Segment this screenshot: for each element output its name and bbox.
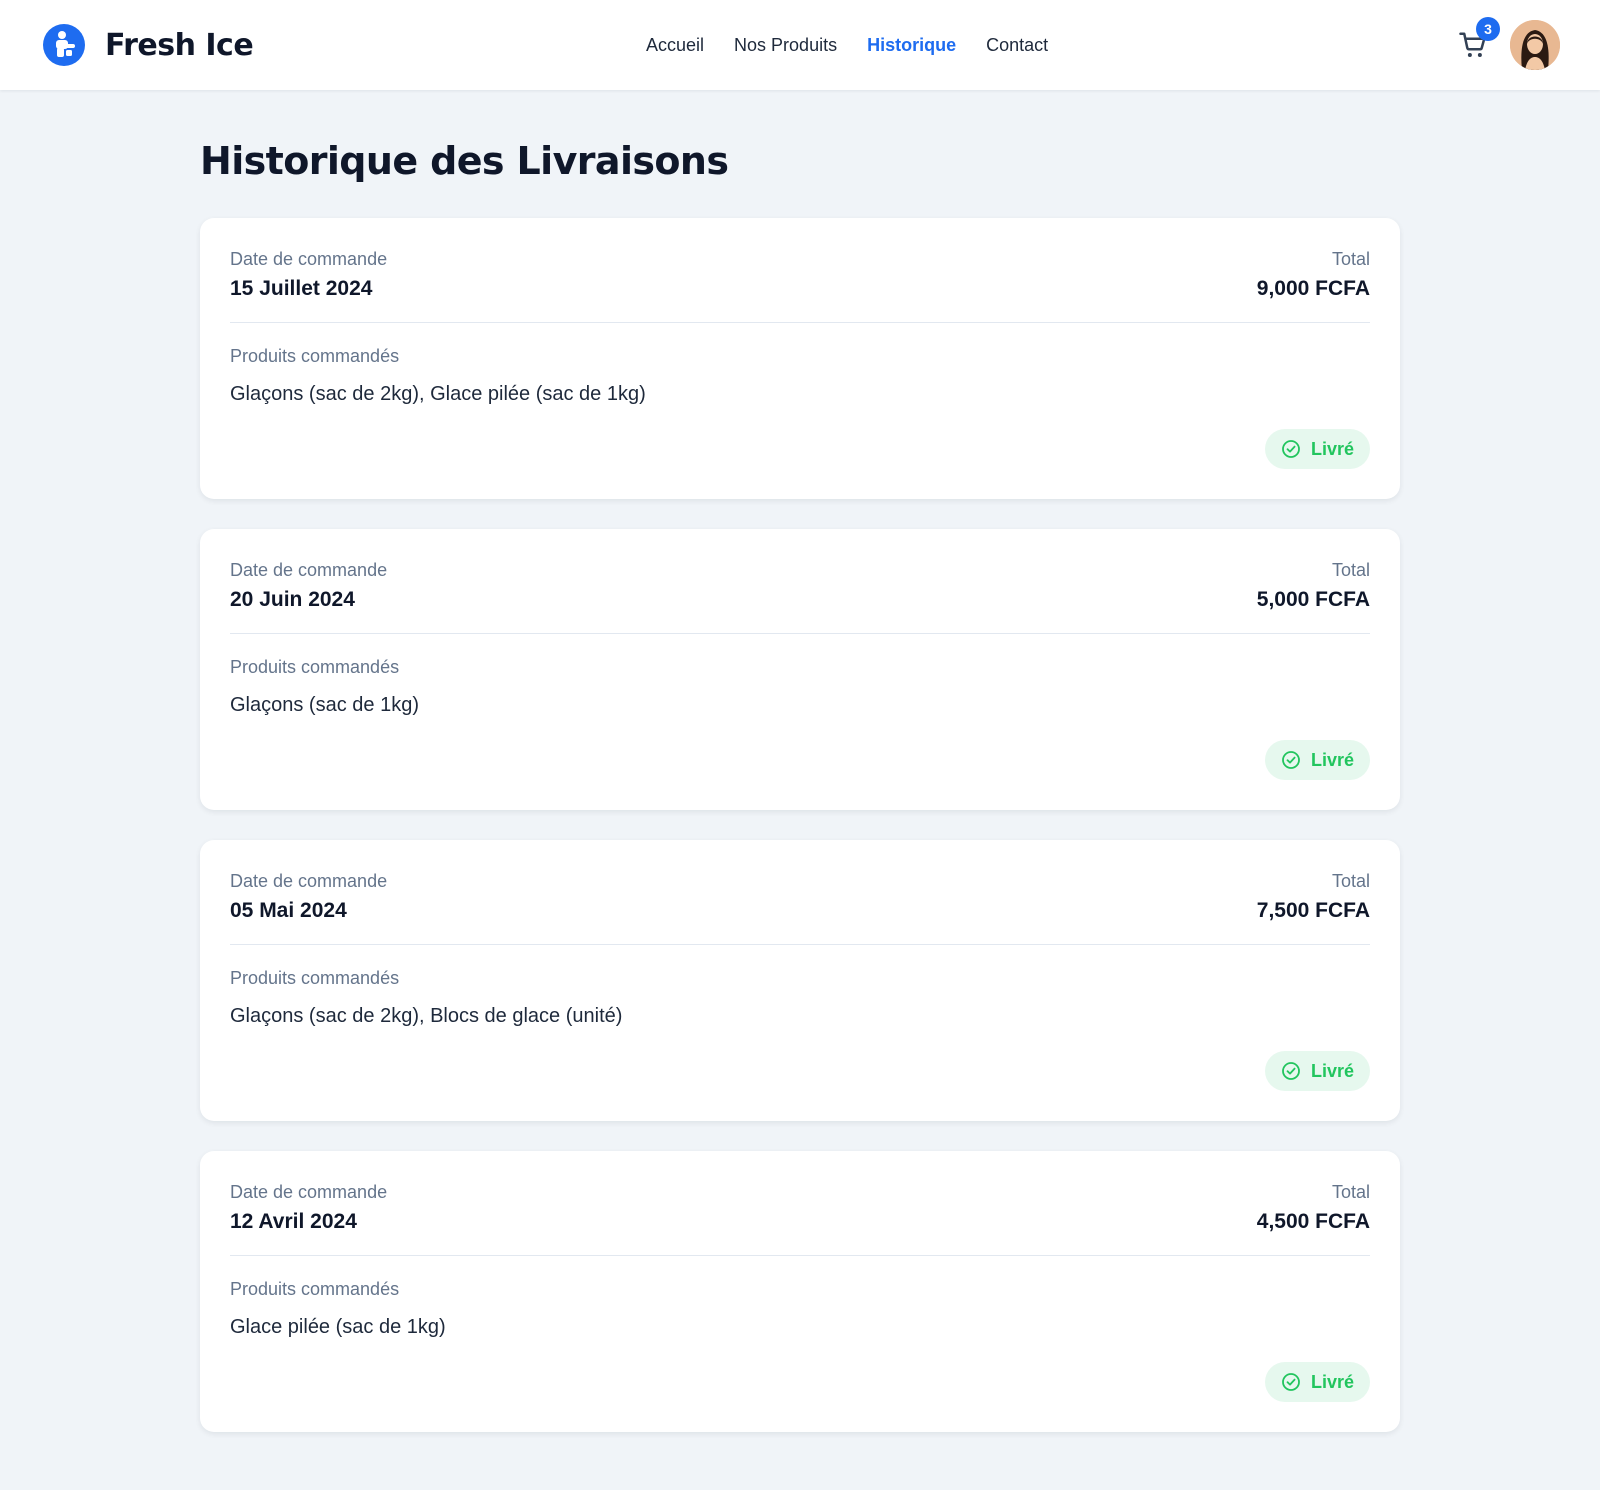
main-content: Historique des Livraisons Date de comman… [200, 130, 1400, 1462]
nav-item-accueil[interactable]: Accueil [646, 34, 704, 56]
date-label: Date de commande [230, 560, 388, 580]
total-label: Total [1331, 560, 1370, 580]
order-card-header: Date de commande 12 Avril 2024 Total 4,5… [230, 1151, 1370, 1256]
order-products: Glaçons (sac de 2kg), Glace pilée (sac d… [230, 383, 646, 405]
products-label: Produits commandés [230, 1279, 400, 1299]
date-label: Date de commande [230, 1182, 388, 1202]
order-total: 4,500 FCFA [1256, 1210, 1370, 1233]
check-circle-icon [1282, 440, 1300, 458]
order-date-block: Date de commande 15 Juillet 2024 [230, 248, 387, 302]
date-label: Date de commande [230, 249, 388, 269]
status-badge: Livré [1264, 1051, 1370, 1091]
order-products: Glaçons (sac de 1kg) [230, 694, 419, 716]
products-label: Produits commandés [230, 346, 400, 366]
order-date: 05 Mai 2024 [230, 899, 347, 922]
order-date-block: Date de commande 20 Juin 2024 [230, 559, 387, 613]
products-label: Produits commandés [230, 657, 400, 677]
nav-item-contact[interactable]: Contact [986, 34, 1048, 56]
avatar[interactable] [1510, 20, 1560, 70]
total-label: Total [1331, 871, 1370, 891]
order-products: Glace pilée (sac de 1kg) [230, 1316, 446, 1338]
order-total-block: Total 5,000 FCFA [1257, 559, 1370, 613]
nav-item-historique[interactable]: Historique [867, 34, 956, 56]
order-total: 9,000 FCFA [1256, 277, 1370, 300]
total-label: Total [1331, 249, 1370, 269]
brand[interactable]: Fresh Ice [43, 24, 254, 66]
order-total-block: Total 4,500 FCFA [1257, 1181, 1370, 1235]
order-date: 15 Juillet 2024 [230, 277, 373, 300]
order-card: Date de commande 20 Juin 2024 Total 5,00… [200, 529, 1400, 810]
order-card-header: Date de commande 15 Juillet 2024 Total 9… [230, 218, 1370, 323]
status-badge: Livré [1264, 1362, 1370, 1402]
status-text: Livré [1310, 1060, 1354, 1081]
top-header: Fresh Ice Accueil Nos Produits Historiqu… [0, 0, 1600, 90]
order-products: Glaçons (sac de 2kg), Blocs de glace (un… [230, 1005, 623, 1027]
order-card: Date de commande 12 Avril 2024 Total 4,5… [200, 1151, 1400, 1432]
order-card-header: Date de commande 05 Mai 2024 Total 7,500… [230, 840, 1370, 945]
status-badge: Livré [1264, 429, 1370, 469]
check-circle-icon [1282, 751, 1300, 769]
status-badge: Livré [1264, 740, 1370, 780]
order-date: 20 Juin 2024 [230, 588, 355, 611]
order-card: Date de commande 05 Mai 2024 Total 7,500… [200, 840, 1400, 1121]
page-title: Historique des Livraisons [200, 139, 729, 183]
order-total-block: Total 9,000 FCFA [1257, 248, 1370, 302]
order-card-header: Date de commande 20 Juin 2024 Total 5,00… [230, 529, 1370, 634]
ice-person-icon [43, 24, 85, 66]
order-total: 5,000 FCFA [1256, 588, 1370, 611]
cart-button[interactable]: 3 [1458, 17, 1500, 60]
nav-item-nos-produits[interactable]: Nos Produits [734, 34, 837, 56]
status-text: Livré [1310, 438, 1354, 459]
check-circle-icon [1282, 1062, 1300, 1080]
total-label: Total [1331, 1182, 1370, 1202]
order-card: Date de commande 15 Juillet 2024 Total 9… [200, 218, 1400, 499]
order-date: 12 Avril 2024 [230, 1210, 357, 1233]
order-total-block: Total 7,500 FCFA [1257, 870, 1370, 924]
status-text: Livré [1310, 749, 1354, 770]
products-label: Produits commandés [230, 968, 400, 988]
status-text: Livré [1310, 1371, 1354, 1392]
brand-name: Fresh Ice [105, 27, 254, 63]
order-date-block: Date de commande 05 Mai 2024 [230, 870, 387, 924]
orders-list: Date de commande 15 Juillet 2024 Total 9… [200, 218, 1400, 1432]
cart-count-badge: 3 [1476, 17, 1500, 41]
date-label: Date de commande [230, 871, 388, 891]
order-total: 7,500 FCFA [1256, 899, 1370, 922]
main-nav: Accueil Nos Produits Historique Contact [646, 34, 1048, 56]
check-circle-icon [1282, 1373, 1300, 1391]
order-date-block: Date de commande 12 Avril 2024 [230, 1181, 387, 1235]
